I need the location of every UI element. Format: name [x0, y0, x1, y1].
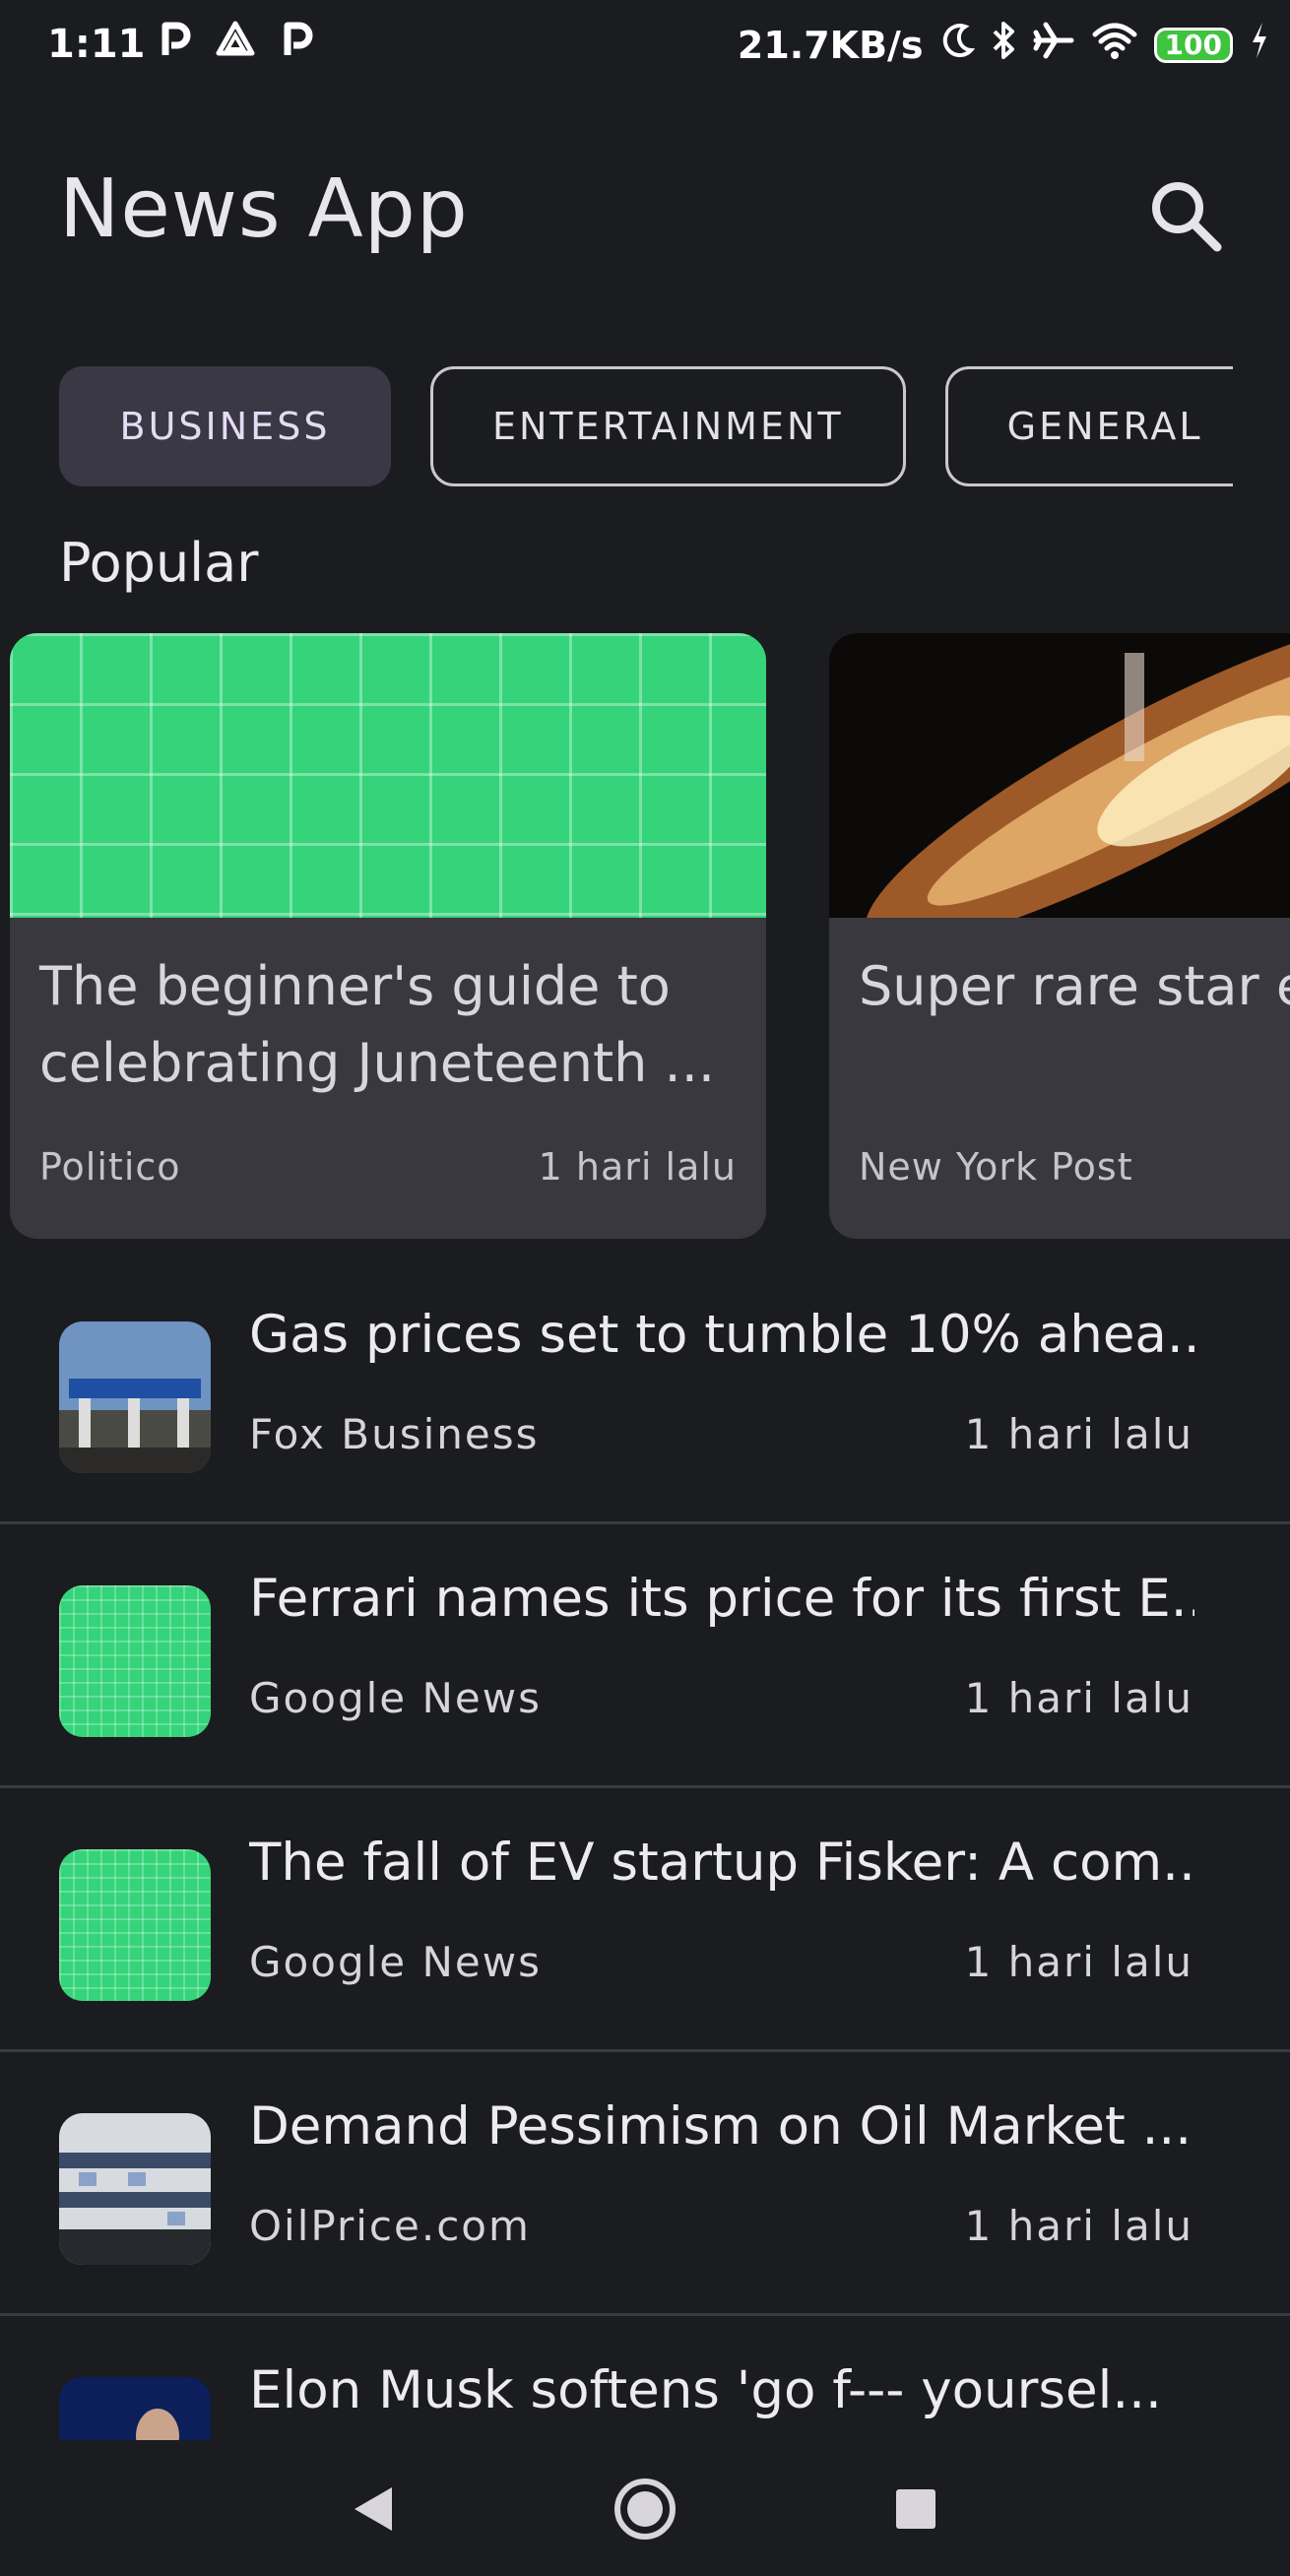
article-time: 1 hari lalu: [964, 1410, 1193, 1458]
article-image: [829, 633, 1290, 945]
status-bar: 1:11 21.7KB/s 100: [0, 0, 1290, 94]
chip-general[interactable]: GENERAL: [944, 366, 1233, 486]
article-source: Google News: [249, 1938, 542, 1986]
article-time: 1 hari lalu: [964, 1674, 1193, 1722]
popular-card-title: The beginner's guide to celebrating June…: [39, 955, 716, 1094]
network-speed: 21.7KB/s: [737, 23, 924, 67]
wifi-icon: [1091, 21, 1138, 69]
list-item[interactable]: Demand Pessimism on Oil Market ... OilPr…: [0, 2052, 1290, 2316]
article-time: 1 hari lalu: [964, 2202, 1193, 2250]
article-time: 1 hari lalu: [964, 1938, 1193, 1986]
moon-icon: [939, 21, 975, 69]
popular-heading: Popular: [59, 532, 259, 594]
recents-icon: [896, 2489, 935, 2529]
article-source: OilPrice.com: [249, 2202, 531, 2250]
article-image-placeholder: [59, 1849, 211, 2001]
airplane-icon: [1032, 21, 1075, 69]
battery-icon: 100: [1153, 27, 1233, 63]
article-thumbnail: [59, 2377, 211, 2444]
system-nav-bar: [0, 2440, 1290, 2576]
article-title: Demand Pessimism on Oil Market ...: [249, 2096, 1193, 2157]
p-notification-icon: [156, 20, 193, 63]
list-item[interactable]: Elon Musk softens 'go f--- yoursel...: [0, 2316, 1290, 2444]
p-notification-icon: [278, 20, 315, 63]
home-icon: [614, 2479, 676, 2540]
chip-business[interactable]: BUSINESS: [59, 366, 391, 486]
popular-card-time: 1 hari lalu: [538, 1145, 737, 1189]
article-source: Fox Business: [249, 1410, 540, 1458]
article-image-placeholder: [10, 633, 766, 918]
recents-button[interactable]: [876, 2470, 955, 2548]
list-item[interactable]: Ferrari names its price for its first E.…: [0, 1524, 1290, 1788]
article-image-placeholder: [59, 1585, 211, 1737]
back-icon: [355, 2487, 392, 2531]
popular-card-source: Politico: [39, 1145, 181, 1189]
status-right: 21.7KB/s 100: [738, 20, 1270, 70]
home-button[interactable]: [606, 2470, 684, 2548]
drive-icon: [215, 20, 256, 63]
charging-icon: [1249, 21, 1270, 69]
article-thumbnail: [59, 2113, 211, 2265]
article-title: The fall of EV startup Fisker: A com...: [249, 1833, 1194, 1893]
search-icon: [1152, 182, 1222, 252]
article-title: Gas prices set to tumble 10% ahea...: [249, 1305, 1194, 1365]
popular-card-source: New York Post: [859, 1145, 1133, 1189]
category-chips: BUSINESS ENTERTAINMENT GENERAL: [59, 366, 1233, 486]
popular-card[interactable]: Super rare star e will be visible fro Ne…: [829, 633, 1290, 1239]
article-source: Google News: [249, 1674, 542, 1722]
back-button[interactable]: [335, 2470, 414, 2548]
article-title: Ferrari names its price for its first E.…: [249, 1569, 1194, 1629]
popular-carousel[interactable]: The beginner's guide to celebrating June…: [10, 633, 1290, 1239]
chip-entertainment[interactable]: ENTERTAINMENT: [430, 366, 906, 486]
article-thumbnail: [59, 1321, 211, 1473]
list-item[interactable]: Gas prices set to tumble 10% ahea... Fox…: [0, 1260, 1290, 1524]
bluetooth-icon: [991, 20, 1016, 70]
list-item[interactable]: The fall of EV startup Fisker: A com... …: [0, 1788, 1290, 2052]
popular-card-title: Super rare star e will be visible fro: [859, 955, 1290, 1017]
article-list: Gas prices set to tumble 10% ahea... Fox…: [0, 1260, 1290, 2444]
app-title: News App: [59, 162, 469, 256]
popular-card[interactable]: The beginner's guide to celebrating June…: [10, 633, 766, 1239]
notification-icons: [156, 20, 315, 63]
search-button[interactable]: [1142, 172, 1231, 261]
status-time: 1:11: [47, 22, 146, 67]
article-title: Elon Musk softens 'go f--- yoursel...: [249, 2360, 1162, 2420]
